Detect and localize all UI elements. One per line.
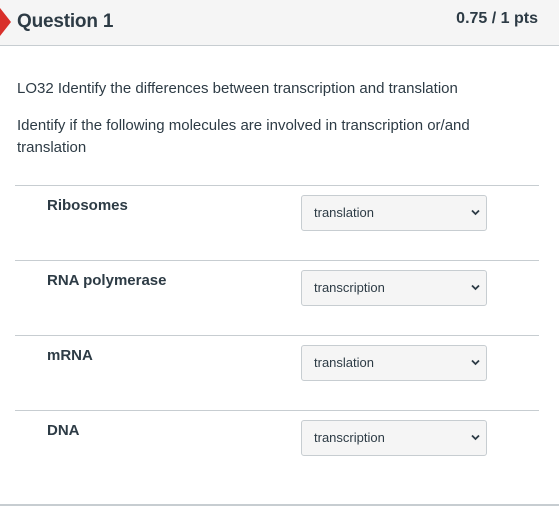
- answer-select[interactable]: transcription: [301, 270, 487, 306]
- selected-answer: translation: [314, 205, 374, 220]
- match-row-dna: DNA transcription: [15, 411, 539, 486]
- chevron-down-icon: [471, 359, 480, 366]
- match-row-ribosomes: Ribosomes translation: [15, 186, 539, 261]
- answer-select[interactable]: transcription: [301, 420, 487, 456]
- chevron-down-icon: [471, 209, 480, 216]
- chevron-down-icon: [471, 284, 480, 291]
- incorrect-flag-icon: [0, 8, 11, 36]
- match-label: Ribosomes: [47, 197, 128, 214]
- match-row-rna-polymerase: RNA polymerase transcription: [15, 261, 539, 336]
- learning-objective-text: LO32 Identify the differences between tr…: [17, 80, 458, 97]
- answer-select[interactable]: translation: [301, 195, 487, 231]
- match-label: DNA: [47, 422, 80, 439]
- question-points: 0.75 / 1 pts: [456, 10, 538, 27]
- answer-select[interactable]: translation: [301, 345, 487, 381]
- match-label: mRNA: [47, 347, 93, 364]
- selected-answer: transcription: [314, 280, 385, 295]
- match-row-mrna: mRNA translation: [15, 336, 539, 411]
- selected-answer: transcription: [314, 430, 385, 445]
- question-header: Question 1 0.75 / 1 pts: [0, 0, 559, 46]
- question-prompt: Identify if the following molecules are …: [17, 117, 470, 156]
- match-label: RNA polymerase: [47, 272, 167, 289]
- question-title: Question 1: [17, 11, 114, 32]
- selected-answer: translation: [314, 355, 374, 370]
- chevron-down-icon: [471, 434, 480, 441]
- quiz-question: Question 1 0.75 / 1 pts LO32 Identify th…: [0, 0, 559, 506]
